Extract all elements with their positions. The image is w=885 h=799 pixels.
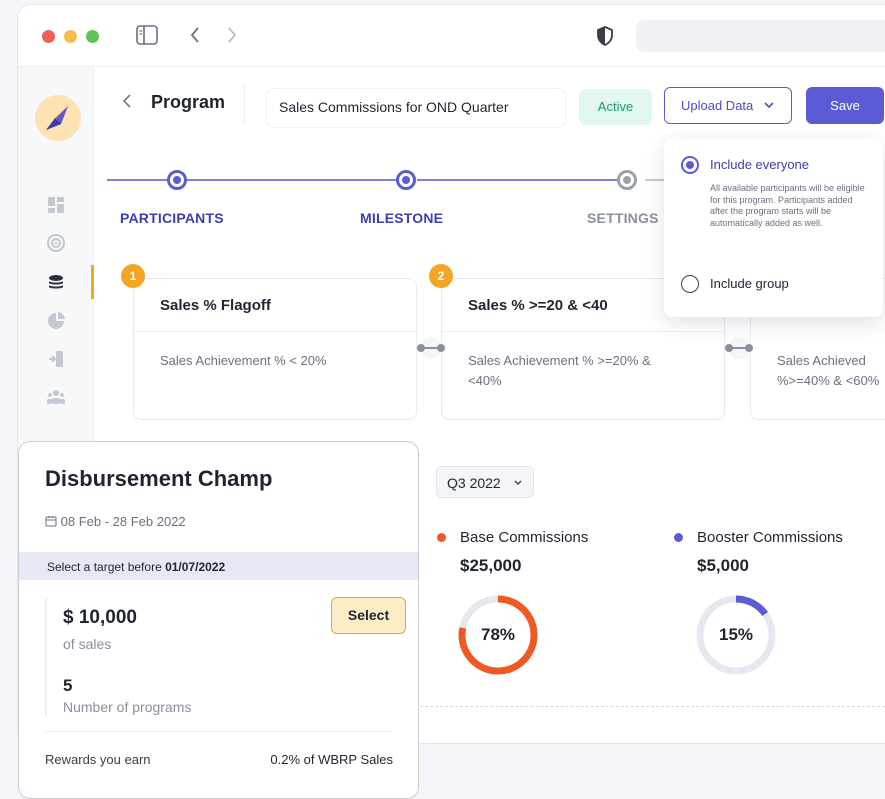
target-icon[interactable] — [46, 233, 66, 253]
rewards-value: 0.2% of WBRP Sales — [270, 752, 393, 767]
shield-icon — [596, 25, 614, 52]
champ-divider — [45, 731, 392, 732]
target-amount: $ 10,000 — [63, 607, 137, 628]
step-connector — [107, 179, 399, 181]
base-legend-dot — [437, 533, 446, 542]
champ-title: Disbursement Champ — [45, 466, 273, 491]
milestone-number-badge: 2 — [429, 264, 453, 288]
base-progress-donut: 78% — [456, 593, 540, 677]
chevron-down-icon — [513, 474, 523, 493]
step-circle-participants[interactable] — [167, 170, 187, 190]
dashed-divider — [420, 706, 885, 707]
programs-count: 5 — [63, 676, 73, 695]
upload-data-button[interactable]: Upload Data — [664, 87, 792, 124]
base-commissions-label: Base Commissions — [460, 529, 589, 546]
back-arrow-icon[interactable] — [189, 25, 201, 50]
milestone-title: Sales % >=20 & <40 — [468, 297, 608, 314]
step-label-participants[interactable]: PARTICIPANTS — [120, 210, 224, 226]
step-circle-milestone[interactable] — [396, 170, 416, 190]
participants-dropdown: Include everyone All available participa… — [664, 139, 883, 317]
nav-active-indicator — [91, 265, 94, 299]
close-window-button[interactable] — [42, 30, 55, 43]
save-button[interactable]: Save — [806, 87, 884, 124]
header-divider — [244, 85, 245, 125]
coins-icon[interactable] — [46, 273, 66, 293]
pie-chart-icon[interactable] — [46, 311, 66, 331]
step-circle-settings[interactable] — [617, 170, 637, 190]
include-everyone-label[interactable]: Include everyone — [710, 157, 809, 172]
sidebar-toggle-icon[interactable] — [136, 25, 158, 50]
booster-commissions-label: Booster Commissions — [697, 529, 843, 546]
base-commissions-value: $25,000 — [460, 556, 522, 575]
milestone-card[interactable]: Sales % Flagoff Sales Achievement % < 20… — [133, 278, 417, 420]
milestone-description: Sales Achievement % >=20% & <40% — [468, 353, 651, 388]
milestone-link-icon — [717, 336, 761, 360]
include-group-label[interactable]: Include group — [710, 276, 789, 291]
program-header: Program Sales Commissions for OND Quarte… — [94, 67, 885, 147]
rewards-label: Rewards you earn — [45, 752, 151, 767]
quarter-label: Q3 2022 — [447, 475, 501, 491]
program-name-field[interactable]: Sales Commissions for OND Quarter — [266, 88, 566, 128]
minimize-window-button[interactable] — [64, 30, 77, 43]
calendar-icon — [45, 514, 61, 529]
dashboard-icon[interactable] — [46, 195, 66, 215]
upload-data-label: Upload Data — [681, 98, 754, 113]
programs-count-sub: Number of programs — [63, 699, 192, 715]
banner-text: Select a target before — [47, 560, 166, 574]
booster-commissions-value: $5,000 — [697, 556, 749, 575]
step-label-settings[interactable]: SETTINGS — [587, 210, 659, 226]
booster-legend-dot — [674, 533, 683, 542]
milestone-description: Sales Achievement % < 20% — [160, 353, 327, 368]
base-percent: 78% — [480, 625, 516, 644]
include-everyone-description: All available participants will be eligi… — [710, 183, 865, 228]
title-bar — [18, 5, 885, 67]
app-logo[interactable] — [35, 95, 81, 141]
step-connector — [417, 179, 627, 181]
milestone-divider — [442, 331, 724, 332]
target-amount-sub: of sales — [63, 636, 112, 652]
login-icon[interactable] — [46, 349, 66, 369]
milestone-description: Sales Achieved %>=40% & <60% — [777, 353, 880, 388]
address-bar[interactable] — [636, 20, 885, 52]
maximize-window-button[interactable] — [86, 30, 99, 43]
chevron-left-icon[interactable] — [121, 92, 133, 116]
chevron-down-icon — [763, 88, 775, 136]
include-group-radio[interactable] — [681, 275, 699, 293]
milestone-number-badge: 1 — [121, 264, 145, 288]
status-badge: Active — [579, 89, 652, 125]
milestone-divider — [134, 331, 416, 332]
milestone-title: Sales % Flagoff — [160, 297, 271, 314]
include-everyone-radio[interactable] — [681, 156, 699, 174]
milestone-link-icon — [409, 336, 453, 360]
step-label-milestone[interactable]: MILESTONE — [360, 210, 443, 226]
target-accent-line — [45, 598, 47, 716]
team-icon[interactable] — [46, 387, 66, 407]
champ-date-text: 08 Feb - 28 Feb 2022 — [60, 514, 186, 529]
select-target-button[interactable]: Select — [331, 597, 406, 634]
disbursement-champ-card: Disbursement Champ 08 Feb - 28 Feb 2022 … — [18, 441, 419, 799]
target-deadline-banner: Select a target before 01/07/2022 — [19, 552, 418, 580]
champ-date-range: 08 Feb - 28 Feb 2022 — [45, 514, 186, 529]
page-title: Program — [151, 92, 226, 112]
banner-date: 01/07/2022 — [165, 560, 226, 574]
booster-percent: 15% — [718, 625, 754, 644]
booster-progress-donut: 15% — [694, 593, 778, 677]
quarter-select[interactable]: Q3 2022 — [436, 466, 534, 498]
forward-arrow-icon[interactable] — [226, 25, 238, 50]
